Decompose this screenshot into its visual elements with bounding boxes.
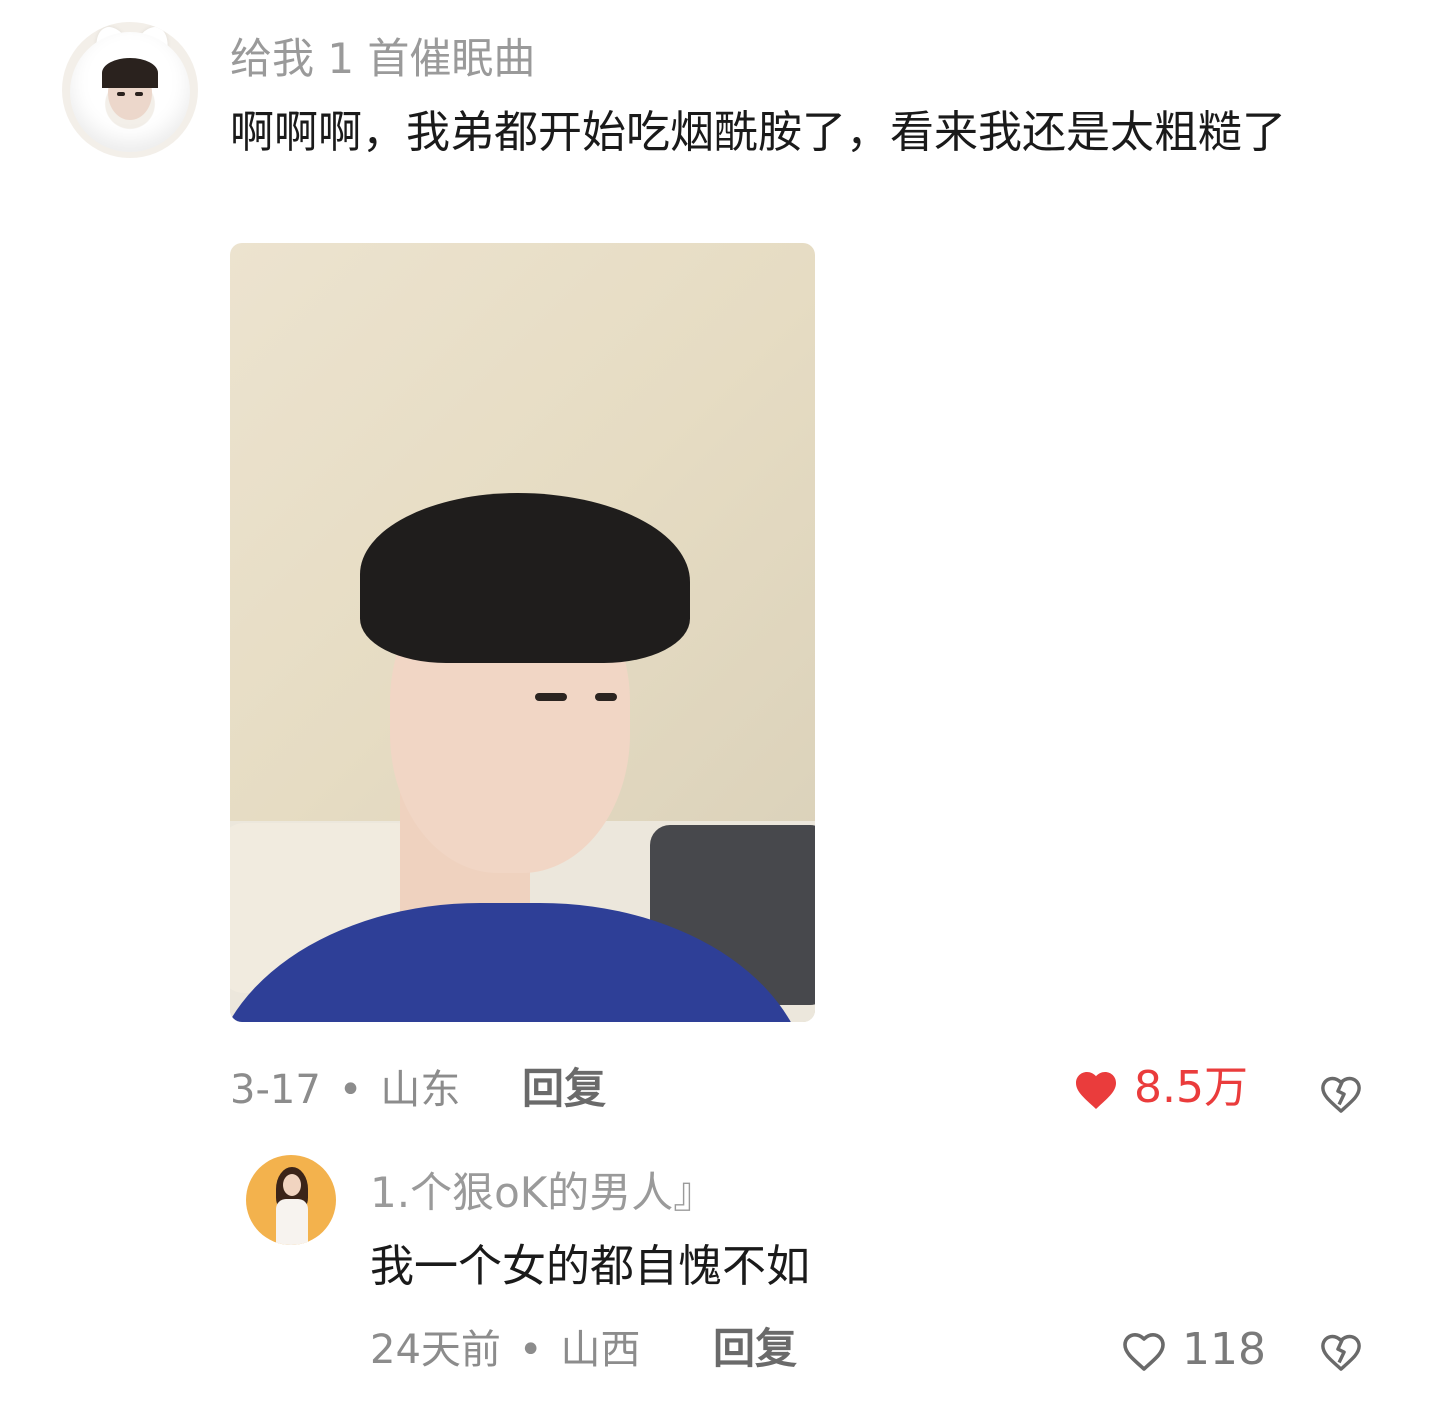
like-count: 8.5万 <box>1134 1062 1248 1113</box>
commenter-avatar[interactable] <box>62 22 198 158</box>
comment-meta: 3-17 • 山东 <box>230 1070 460 1110</box>
reply-text: 我一个女的都自愧不如 <box>370 1241 810 1292</box>
reply-meta: 24天前 • 山西 <box>370 1330 641 1370</box>
commenter-username[interactable]: 给我 1 首催眠曲 <box>230 38 535 80</box>
meta-separator: • <box>338 1067 363 1113</box>
reply-like-button[interactable]: 118 <box>1120 1328 1266 1372</box>
comment-thread: 给我 1 首催眠曲 啊啊啊，我弟都开始吃烟酰胺了，看来我还是太粗糙了 3-17 •… <box>0 0 1440 1427</box>
reply-date: 24天前 <box>370 1327 501 1373</box>
comment-location: 山东 <box>380 1067 461 1113</box>
comment-date: 3-17 <box>230 1067 321 1113</box>
heart-icon <box>1076 1072 1116 1109</box>
comment-text: 啊啊啊，我弟都开始吃烟酰胺了，看来我还是太粗糙了 <box>230 107 1286 158</box>
replier-avatar[interactable] <box>246 1155 336 1245</box>
reply-location: 山西 <box>560 1327 641 1373</box>
reply-button[interactable]: 回复 <box>522 1068 606 1110</box>
like-button[interactable]: 8.5万 <box>1072 1066 1248 1110</box>
replier-username[interactable]: 1.个狠oK的男人』 <box>370 1172 715 1214</box>
heart-outline-icon <box>1123 1333 1165 1371</box>
comment-image[interactable] <box>230 243 815 1022</box>
reply-to-reply-button[interactable]: 回复 <box>713 1328 797 1370</box>
reply-like-count: 118 <box>1182 1324 1266 1375</box>
broken-heart-icon[interactable] <box>1318 1072 1364 1114</box>
broken-heart-icon[interactable] <box>1318 1330 1364 1372</box>
meta-separator: • <box>518 1327 543 1373</box>
